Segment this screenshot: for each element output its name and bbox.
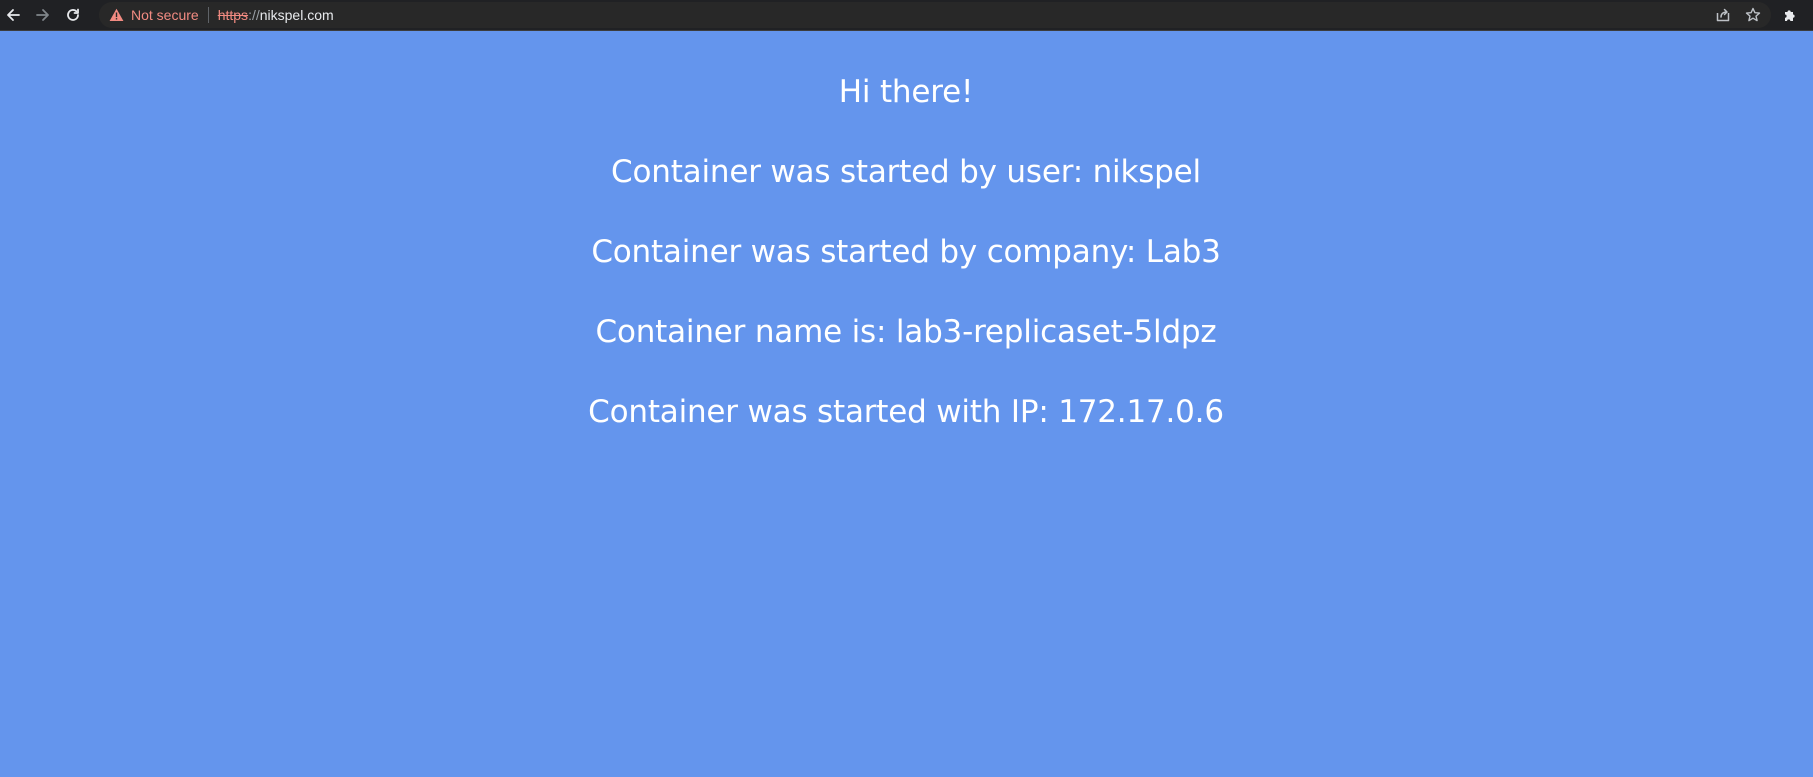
security-label: Not secure — [131, 7, 199, 23]
user-line: Container was started by user: nikspel — [611, 154, 1201, 190]
omnibox-divider — [207, 7, 209, 23]
reload-button[interactable] — [60, 2, 86, 28]
back-arrow-icon — [7, 9, 20, 21]
reload-icon — [67, 8, 79, 21]
url-separator: :// — [248, 7, 260, 23]
warning-triangle-icon — [109, 8, 124, 21]
greeting-text: Hi there! — [838, 74, 974, 110]
page-content: Hi there! Container was started by user:… — [0, 31, 1813, 777]
company-line: Container was started by company: Lab3 — [591, 234, 1221, 270]
container-name-line: Container name is: lab3-replicaset-5ldpz — [595, 314, 1217, 350]
forward-button[interactable] — [30, 2, 56, 28]
address-bar[interactable]: Not secure https://nikspel.com — [99, 2, 1771, 28]
url-scheme: https — [217, 7, 249, 23]
browser-toolbar: Not secure https://nikspel.com — [0, 0, 1813, 31]
extensions-button[interactable] — [1779, 4, 1801, 26]
url-host: nikspel.com — [259, 7, 334, 23]
url-text[interactable]: https://nikspel.com — [218, 7, 334, 23]
security-indicator[interactable]: Not secure — [109, 7, 199, 23]
omnibox-actions — [1715, 2, 1761, 28]
ip-line: Container was started with IP: 172.17.0.… — [588, 394, 1224, 430]
forward-arrow-icon — [36, 9, 49, 21]
share-icon[interactable] — [1715, 7, 1731, 23]
puzzle-icon — [1785, 10, 1795, 21]
star-icon[interactable] — [1745, 7, 1761, 23]
back-button[interactable] — [0, 2, 26, 28]
